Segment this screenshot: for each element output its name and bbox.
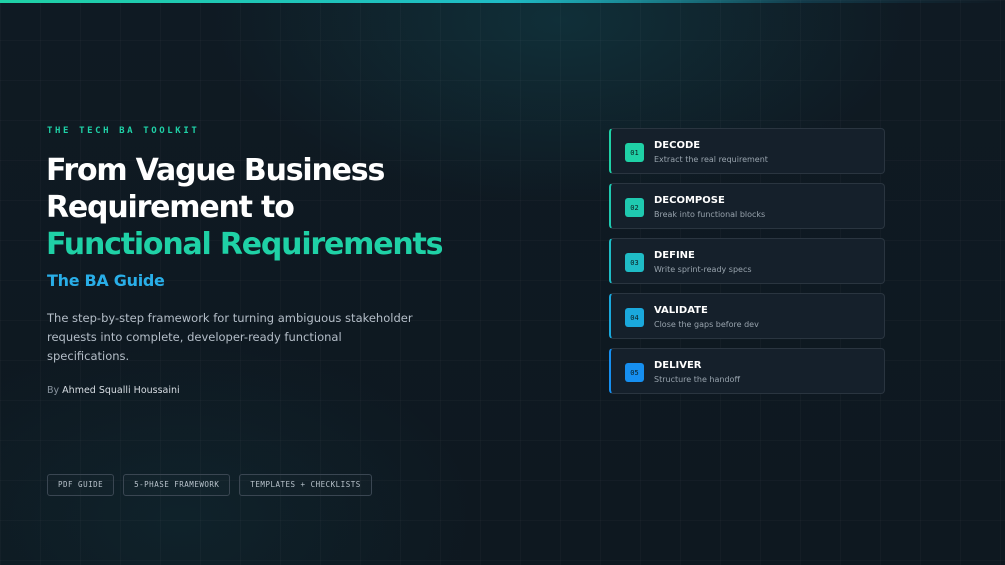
phase-name: DECODE [654, 140, 701, 151]
phase-number-badge: 04 [625, 308, 644, 327]
phase-description: Close the gaps before dev [654, 320, 759, 329]
phase-description: Break into functional blocks [654, 210, 766, 219]
title-line-1: From Vague Business [46, 153, 385, 188]
byline: By Ahmed Squalli Houssaini [47, 385, 180, 396]
phase-number-badge: 02 [625, 198, 644, 217]
byline-prefix: By [47, 385, 60, 396]
top-accent-bar [0, 0, 1005, 3]
phase-number-badge: 03 [625, 253, 644, 272]
phase-description: Write sprint-ready specs [654, 265, 752, 274]
title-line-2: Requirement to [46, 190, 295, 225]
phase-number-badge: 01 [625, 143, 644, 162]
phase-name: DEFINE [654, 250, 695, 261]
phase-name: DELIVER [654, 360, 702, 371]
phase-description: Extract the real requirement [654, 155, 768, 164]
title-line-3: Functional Requirements [46, 227, 444, 262]
page-title: From Vague Business Requirement to Funct… [46, 152, 516, 263]
phase-name: VALIDATE [654, 305, 708, 316]
author-name: Ahmed Squalli Houssaini [62, 385, 180, 396]
tag-templates: TEMPLATES + CHECKLISTS [239, 474, 372, 496]
tag-list: PDF GUIDE 5-PHASE FRAMEWORK TEMPLATES + … [47, 474, 372, 496]
subtitle: The BA Guide [47, 271, 165, 290]
description: The step-by-step framework for turning a… [47, 311, 413, 363]
phase-description: Structure the handoff [654, 375, 740, 384]
phase-name: DECOMPOSE [654, 195, 725, 206]
phase-number-badge: 05 [625, 363, 644, 382]
phase-card-define: 03 DEFINE Write sprint-ready specs [609, 238, 885, 284]
eyebrow-label: THE TECH BA TOOLKIT [47, 126, 200, 136]
phase-card-decompose: 02 DECOMPOSE Break into functional block… [609, 183, 885, 229]
tag-pdf-guide: PDF GUIDE [47, 474, 115, 496]
phase-card-validate: 04 VALIDATE Close the gaps before dev [609, 293, 885, 339]
phase-list: 01 DECODE Extract the real requirement 0… [609, 128, 885, 403]
phase-card-decode: 01 DECODE Extract the real requirement [609, 128, 885, 174]
tag-framework: 5-PHASE FRAMEWORK [123, 474, 231, 496]
phase-card-deliver: 05 DELIVER Structure the handoff [609, 348, 885, 394]
